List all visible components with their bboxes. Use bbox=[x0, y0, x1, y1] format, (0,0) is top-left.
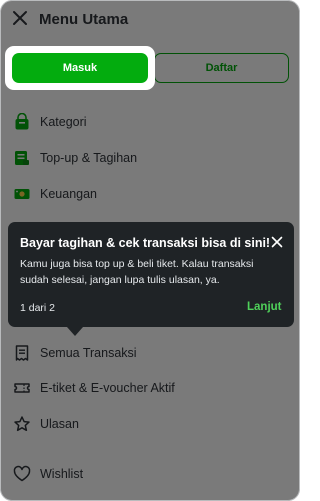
login-button[interactable]: Masuk bbox=[12, 53, 148, 83]
register-button[interactable]: Daftar bbox=[154, 53, 289, 83]
bill-icon bbox=[12, 148, 32, 168]
tooltip-step-indicator: 1 dari 2 bbox=[20, 302, 56, 314]
menu-item-label: Ulasan bbox=[40, 417, 79, 431]
menu-item-label: Wishlist bbox=[40, 467, 84, 481]
close-icon[interactable] bbox=[11, 9, 29, 27]
main-menu-screen: Menu Utama Daftar Kategori Top-up & Tagi… bbox=[0, 0, 300, 501]
tooltip-arrow bbox=[67, 327, 83, 336]
menu-item-label: Semua Transaksi bbox=[40, 346, 137, 360]
category-bag-icon bbox=[12, 112, 32, 132]
menu-item-kategori[interactable]: Kategori bbox=[12, 109, 87, 135]
heart-icon bbox=[12, 464, 32, 484]
menu-item-label: Top-up & Tagihan bbox=[40, 151, 138, 165]
coachmark-tooltip: Bayar tagihan & cek transaksi bisa di si… bbox=[8, 222, 294, 327]
money-icon bbox=[12, 184, 32, 204]
menu-item-etiket-evoucher[interactable]: E-tiket & E-voucher Aktif bbox=[12, 375, 175, 401]
menu-item-label: Kategori bbox=[40, 115, 87, 129]
close-icon[interactable] bbox=[270, 235, 284, 249]
menu-item-label: E-tiket & E-voucher Aktif bbox=[40, 381, 175, 395]
ticket-icon bbox=[12, 378, 32, 398]
star-icon bbox=[12, 414, 32, 434]
menu-item-topup-tagihan[interactable]: Top-up & Tagihan bbox=[12, 145, 137, 171]
menu-item-keuangan[interactable]: Keuangan bbox=[12, 181, 97, 207]
receipt-icon bbox=[12, 343, 32, 363]
tooltip-title: Bayar tagihan & cek transaksi bisa di si… bbox=[20, 236, 271, 250]
header: Menu Utama bbox=[0, 0, 300, 40]
menu-item-ulasan[interactable]: Ulasan bbox=[12, 411, 79, 437]
menu-item-label: Keuangan bbox=[40, 187, 98, 201]
menu-item-semua-transaksi[interactable]: Semua Transaksi bbox=[12, 340, 137, 366]
page-title: Menu Utama bbox=[39, 11, 129, 28]
tooltip-body: Kamu juga bisa top up & beli tiket. Kala… bbox=[20, 258, 254, 286]
tooltip-next-button[interactable]: Lanjut bbox=[247, 301, 282, 313]
menu-item-wishlist[interactable]: Wishlist bbox=[12, 461, 83, 487]
